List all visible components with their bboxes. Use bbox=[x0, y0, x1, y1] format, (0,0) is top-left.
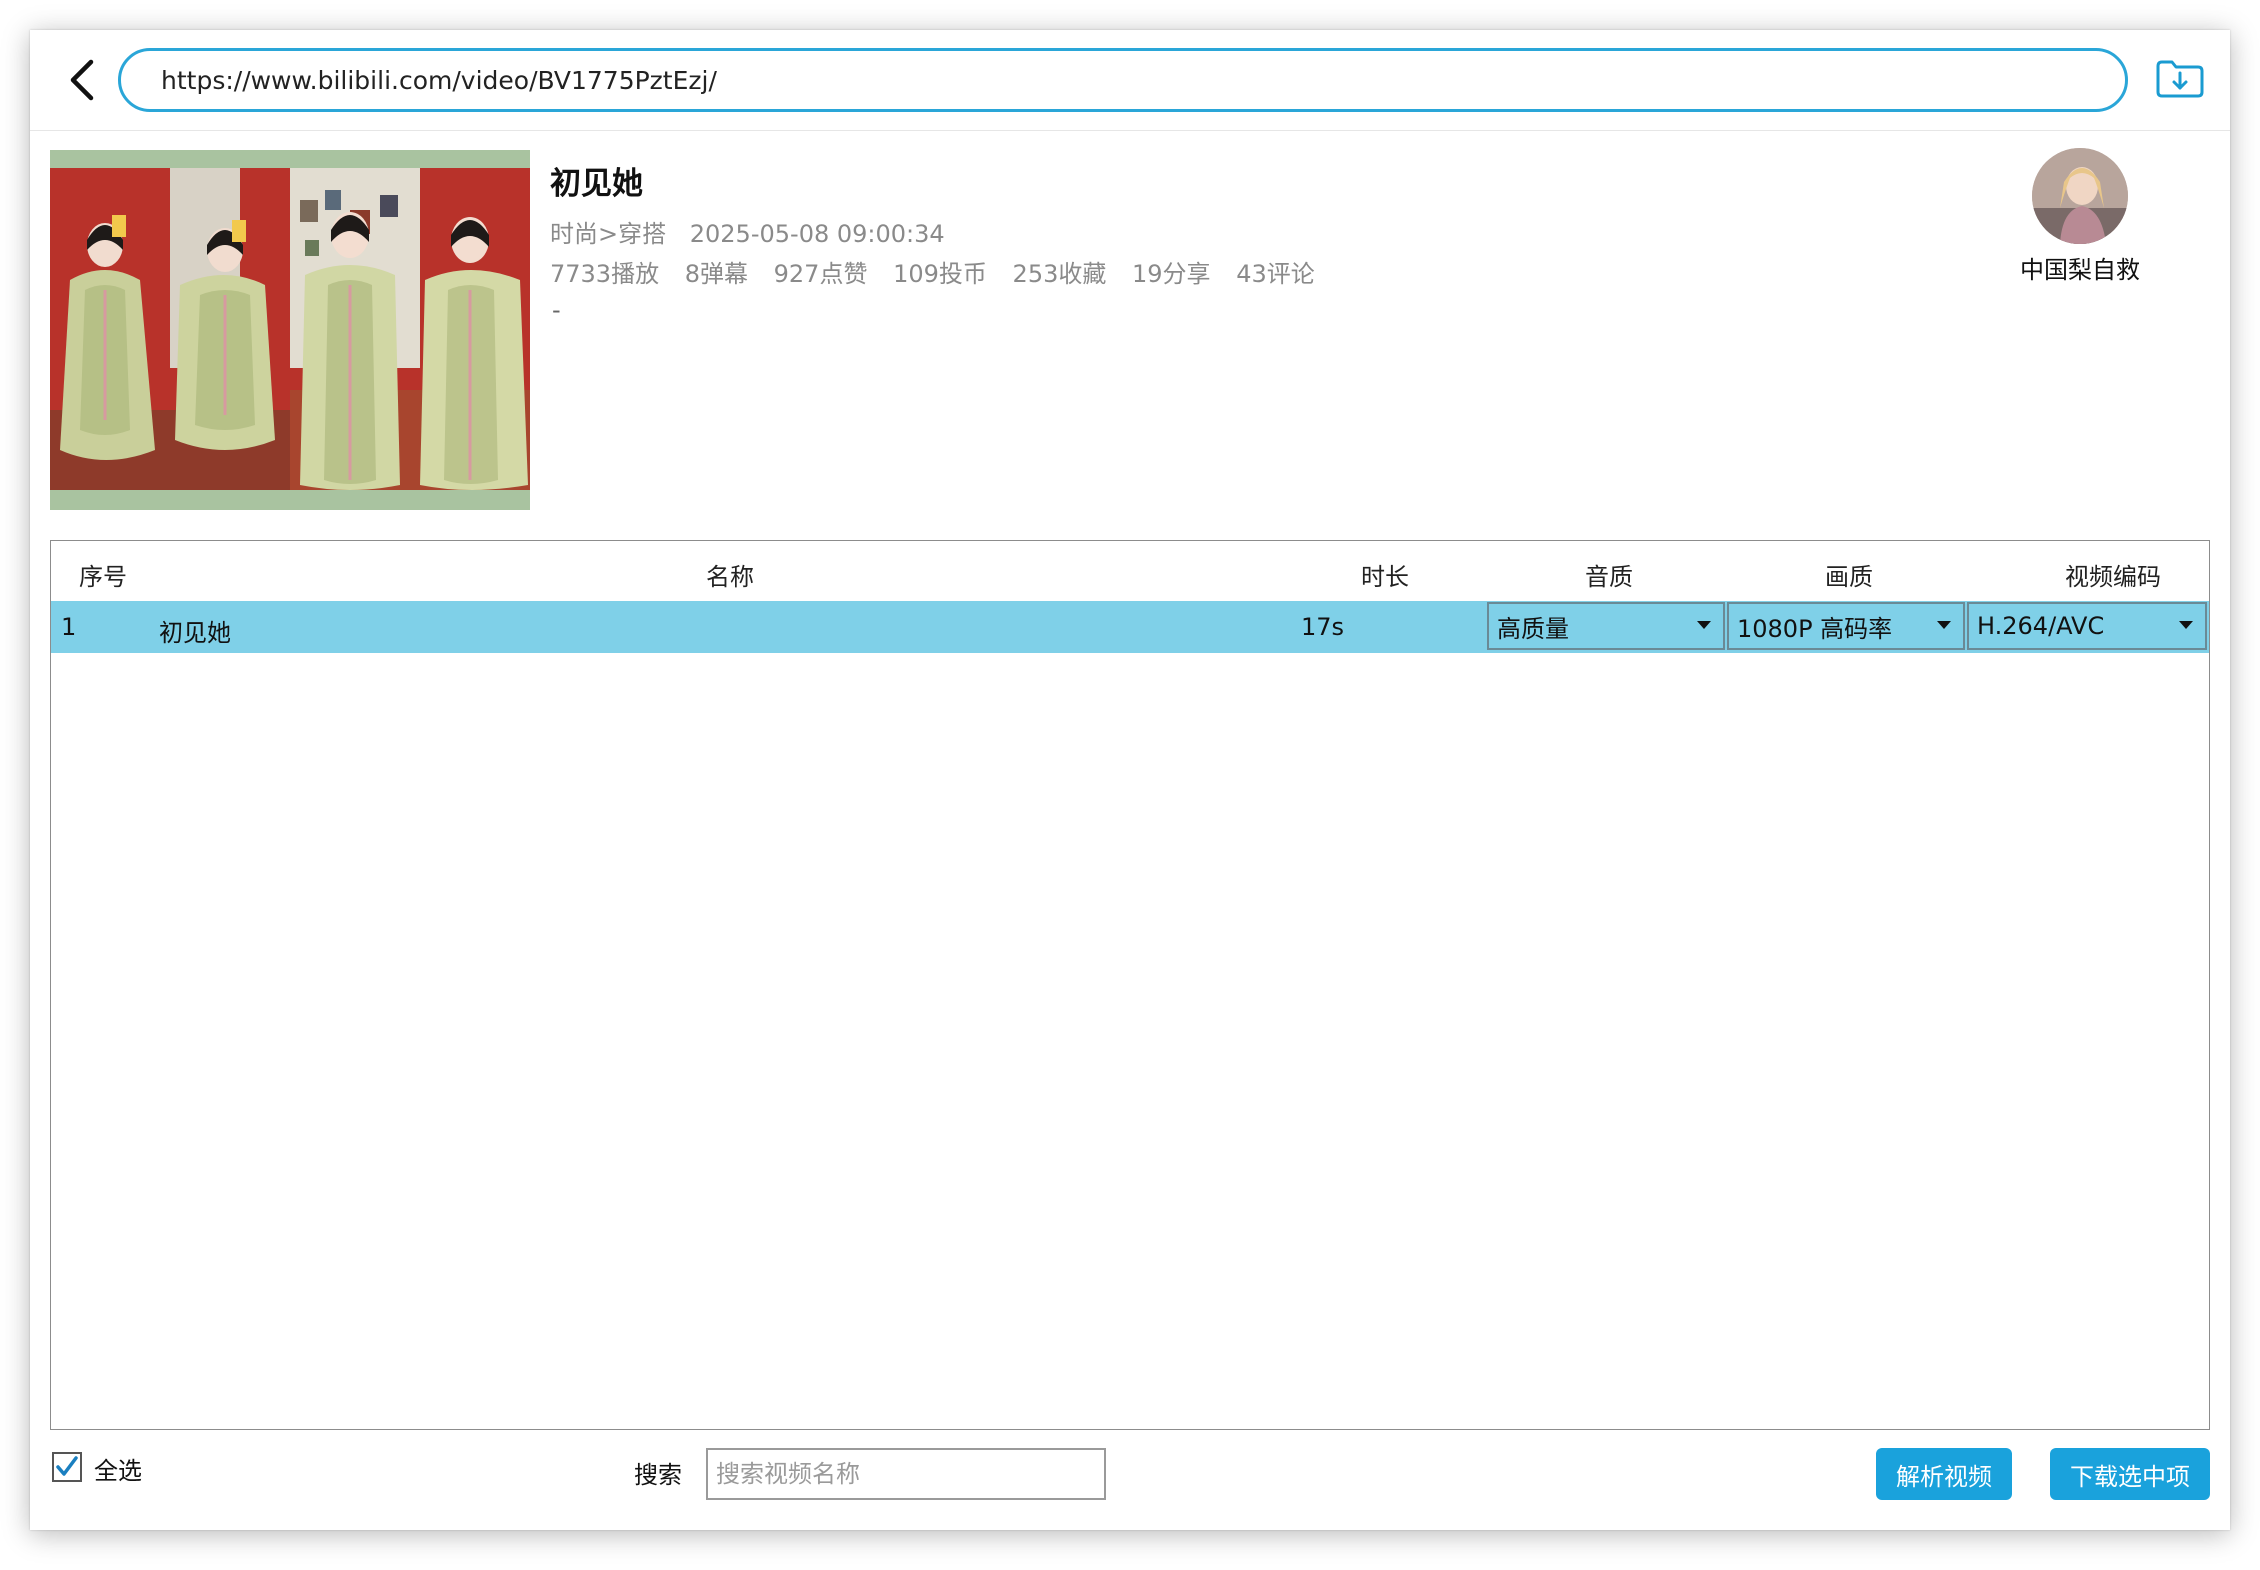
header-name: 名称 bbox=[706, 563, 754, 591]
stat-danmaku: 8弹幕 bbox=[684, 260, 748, 288]
header-video-quality: 画质 bbox=[1825, 563, 1873, 591]
uploader[interactable]: 中国梨自救 bbox=[2010, 148, 2150, 285]
chevron-left-icon bbox=[70, 59, 94, 101]
caret-down-icon bbox=[1937, 621, 1951, 629]
header-duration: 时长 bbox=[1361, 563, 1409, 591]
download-selected-button[interactable]: 下载选中项 bbox=[2050, 1448, 2210, 1500]
header-audio: 音质 bbox=[1585, 563, 1633, 591]
header-codec: 视频编码 bbox=[2065, 563, 2161, 591]
stat-favorites: 253收藏 bbox=[1012, 260, 1107, 288]
stat-likes: 927点赞 bbox=[773, 260, 868, 288]
checkmark-icon bbox=[56, 1456, 78, 1476]
stat-coins: 109投币 bbox=[893, 260, 987, 288]
stat-shares: 19分享 bbox=[1132, 260, 1211, 288]
row-name: 初见她 bbox=[159, 619, 231, 647]
video-stats: 7733播放 8弹幕 927点赞 109投币 253收藏 19分享 43评论 bbox=[550, 254, 1333, 289]
back-button[interactable] bbox=[54, 48, 110, 112]
video-table: 序号 名称 时长 音质 画质 视频编码 1 初见她 17s 高质量 1080P … bbox=[50, 540, 2210, 1430]
caret-down-icon bbox=[1697, 621, 1711, 629]
url-bar[interactable] bbox=[118, 48, 2128, 112]
app-window: 初见她 时尚>穿搭 2025-05-08 09:00:34 7733播放 8弹幕… bbox=[30, 30, 2230, 1530]
video-thumbnail bbox=[50, 150, 530, 510]
video-category: 时尚>穿搭 bbox=[550, 220, 667, 248]
table-header: 序号 名称 时长 音质 画质 视频编码 bbox=[51, 541, 2209, 601]
stat-views: 7733播放 bbox=[550, 260, 660, 288]
download-folder-button[interactable] bbox=[2152, 50, 2208, 106]
video-quality-select[interactable]: 1080P 高码率 bbox=[1727, 602, 1965, 650]
video-date: 2025-05-08 09:00:34 bbox=[689, 220, 945, 248]
url-input[interactable] bbox=[159, 64, 2125, 96]
video-description: - bbox=[552, 296, 561, 324]
row-duration: 17s bbox=[1301, 613, 1345, 641]
stat-comments: 43评论 bbox=[1236, 260, 1315, 288]
video-quality-value: 1080P 高码率 bbox=[1737, 614, 1893, 643]
codec-select[interactable]: H.264/AVC bbox=[1967, 602, 2207, 650]
audio-quality-value: 高质量 bbox=[1497, 614, 1569, 643]
uploader-name: 中国梨自救 bbox=[2020, 256, 2140, 284]
parse-video-button[interactable]: 解析视频 bbox=[1876, 1448, 2012, 1500]
avatar[interactable] bbox=[2032, 148, 2128, 244]
search-label: 搜索 bbox=[634, 1461, 682, 1489]
codec-value: H.264/AVC bbox=[1977, 612, 2105, 640]
header-index: 序号 bbox=[79, 563, 127, 591]
folder-download-icon bbox=[2156, 60, 2204, 98]
video-title: 初见她 bbox=[550, 166, 643, 202]
table-row[interactable]: 1 初见她 17s 高质量 1080P 高码率 H.264/AVC bbox=[51, 601, 2209, 653]
audio-quality-select[interactable]: 高质量 bbox=[1487, 602, 1725, 650]
row-index: 1 bbox=[61, 613, 77, 641]
select-all-label[interactable]: 全选 bbox=[94, 1451, 142, 1486]
page: 初见她 时尚>穿搭 2025-05-08 09:00:34 7733播放 8弹幕… bbox=[0, 0, 2260, 1570]
toolbar bbox=[30, 30, 2230, 131]
video-meta: 时尚>穿搭 2025-05-08 09:00:34 bbox=[550, 214, 961, 249]
caret-down-icon bbox=[2179, 621, 2193, 629]
search-input[interactable] bbox=[706, 1448, 1106, 1500]
select-all-checkbox[interactable] bbox=[52, 1452, 82, 1482]
